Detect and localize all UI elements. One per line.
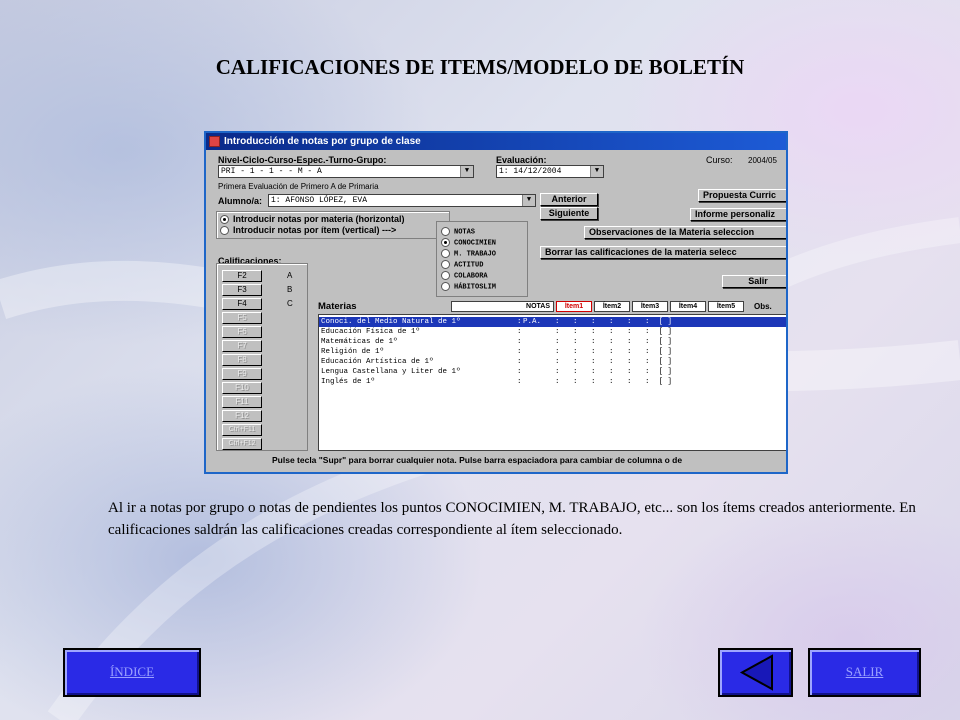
calificaciones-group: F2 A F3 B F4 C F5 F6 F7 F8 F9 F10 F11 F1… [216,263,308,451]
alumno-combo[interactable]: 1: AFONSO LÓPEZ, EVA ▼ [268,194,536,207]
indice-button[interactable]: ÍNDICE [63,648,201,697]
anterior-button[interactable]: Anterior [540,193,598,206]
table-row[interactable]: Matemáticas de 1º:: : : : : : [ ] [319,337,786,347]
mode-option-vertical[interactable]: Introducir notas por ítem (vertical) ---… [220,225,397,236]
table-row[interactable]: Educación Artística de 1º:: : : : : : [ … [319,357,786,367]
nivel-label: Nivel-Ciclo-Curso-Espec.-Turno-Grupo: [218,155,387,165]
curso-label: Curso: [706,155,733,165]
curso-value: 2004/05 [748,156,777,165]
item-option-label: M. TRABAJO [454,250,497,259]
description-text: Al ir a notas por grupo o notas de pendi… [108,500,916,538]
column-header-item2[interactable]: Ítem2 [594,301,630,312]
column-header-item4[interactable]: Ítem4 [670,301,706,312]
fkey-f9[interactable]: F9 [222,368,262,380]
salir-button[interactable]: SALIR [808,648,921,697]
item-option-actitud[interactable]: ACTITUD [441,260,483,269]
alumno-label: Alumno/a: [218,196,262,206]
back-button[interactable] [718,648,793,697]
mode-option-label: Introducir notas por materia (horizontal… [233,214,405,224]
fkey-f2[interactable]: F2 [222,270,262,282]
window-titlebar: Introducción de notas por grupo de clase [206,133,786,150]
radio-icon[interactable] [220,226,229,236]
propuesta-button[interactable]: Propuesta Curric [698,189,786,202]
radio-icon[interactable] [441,282,450,291]
subject-name: Educación Física de 1º [321,328,421,336]
chevron-down-icon[interactable]: ▼ [522,195,535,206]
grade-b: B [287,285,293,294]
siguiente-button[interactable]: Siguiente [540,207,598,220]
subject-name: Religión de 1º [321,348,385,356]
grade-a: A [287,271,293,280]
item-option-label: CONOCIMIEN [454,239,497,248]
borrar-calificaciones-button[interactable]: Borrar las calificaciones de la materia … [540,246,786,259]
column-header-item5[interactable]: Ítem5 [708,301,744,312]
nota-cell[interactable]: P.A. [523,317,541,327]
fkey-f6[interactable]: F6 [222,326,262,338]
evaluacion-value: 1: 14/12/2004 [499,167,562,176]
fkey-f10[interactable]: F10 [222,382,262,394]
radio-icon[interactable] [441,260,450,269]
fkey-ctrl-f11[interactable]: Ctrl+F11 [222,424,262,436]
nivel-combo[interactable]: PRI - 1 - 1 - - M - A ▼ [218,165,474,178]
salir-window-button[interactable]: Salir [722,275,786,288]
window-title: Introducción de notas por grupo de clase [224,136,421,147]
item-option-habitoslim[interactable]: HÁBITOSLIM [441,282,496,291]
table-row[interactable]: Educación Física de 1º:: : : : : : [ ] [319,327,786,337]
fkey-f5[interactable]: F5 [222,312,262,324]
page-title: CALIFICACIONES DE ITEMS/MODELO DE BOLETÍ… [215,55,745,79]
evaluacion-combo[interactable]: 1: 14/12/2004 ▼ [496,165,604,178]
subject-name: Conoci. del Medio Natural de 1º [321,318,461,326]
item-option-label: COLABORA [454,272,488,281]
evaluation-subtitle: Primera Evaluación de Primero A de Prima… [218,182,379,191]
column-header-obs: Obs. [754,302,772,311]
subject-name: Inglés de 1º [321,378,376,386]
table-row[interactable]: Religión de 1º:: : : : : : [ ] [319,347,786,357]
radio-icon[interactable] [441,227,450,236]
fkey-f4[interactable]: F4 [222,298,262,310]
item-option-label: NOTAS [454,228,476,237]
item-option-m-trabajo[interactable]: M. TRABAJO [441,249,496,258]
fkey-f7[interactable]: F7 [222,340,262,352]
column-header-item3[interactable]: Ítem3 [632,301,668,312]
back-arrow-icon [739,654,773,691]
table-row[interactable]: Lengua Castellana y Liter de 1º:: : : : … [319,367,786,377]
radio-icon[interactable] [441,249,450,258]
fkey-f11[interactable]: F11 [222,396,262,408]
chevron-down-icon[interactable]: ▼ [460,166,473,177]
alumno-value: 1: AFONSO LÓPEZ, EVA [271,196,368,205]
fkey-f8[interactable]: F8 [222,354,262,366]
item-selector-popup: NOTAS CONOCIMIEN M. TRABAJO ACTITUD COLA… [436,221,528,297]
subject-name: Matemáticas de 1º [321,338,398,346]
item-option-label: HÁBITOSLIM [454,283,497,292]
chevron-down-icon[interactable]: ▼ [590,166,603,177]
table-row[interactable]: Inglés de 1º:: : : : : : [ ] [319,377,786,387]
radio-icon[interactable] [220,215,229,225]
column-header-item1[interactable]: Ítem1 [556,301,592,312]
radio-icon[interactable] [441,238,450,247]
subjects-grid[interactable]: Conoci. del Medio Natural de 1º: P.A.: : … [318,314,786,451]
column-header-notas: NOTAS [451,301,554,312]
app-icon [209,136,220,147]
fkey-ctrl-f12[interactable]: Ctrl+F12 [222,438,262,450]
grade-c: C [287,299,293,308]
materias-label: Materias [318,301,357,312]
table-row[interactable]: Conoci. del Medio Natural de 1º: P.A.: : … [319,317,786,327]
fkey-f12[interactable]: F12 [222,410,262,422]
status-bar: Pulse tecla "Supr" para borrar cualquier… [272,455,683,465]
nivel-value: PRI - 1 - 1 - - M - A [221,167,322,176]
item-option-notas[interactable]: NOTAS [441,227,475,236]
item-option-colabora[interactable]: COLABORA [441,271,488,280]
subject-name: Educación Artística de 1º [321,358,434,366]
item-option-conocimien[interactable]: CONOCIMIEN [441,238,496,247]
mode-option-label: Introducir notas por ítem (vertical) ---… [233,225,397,235]
subject-name: Lengua Castellana y Liter de 1º [321,368,461,376]
informe-button[interactable]: Informe personaliz [690,208,786,221]
radio-icon[interactable] [441,271,450,280]
fkey-f3[interactable]: F3 [222,284,262,296]
evaluacion-label: Evaluación: [496,155,547,165]
item-option-label: ACTITUD [454,261,484,270]
mode-option-horizontal[interactable]: Introducir notas por materia (horizontal… [220,214,405,225]
app-window: Introducción de notas por grupo de clase… [204,131,788,474]
observaciones-button[interactable]: Observaciones de la Materia seleccion [584,226,786,239]
